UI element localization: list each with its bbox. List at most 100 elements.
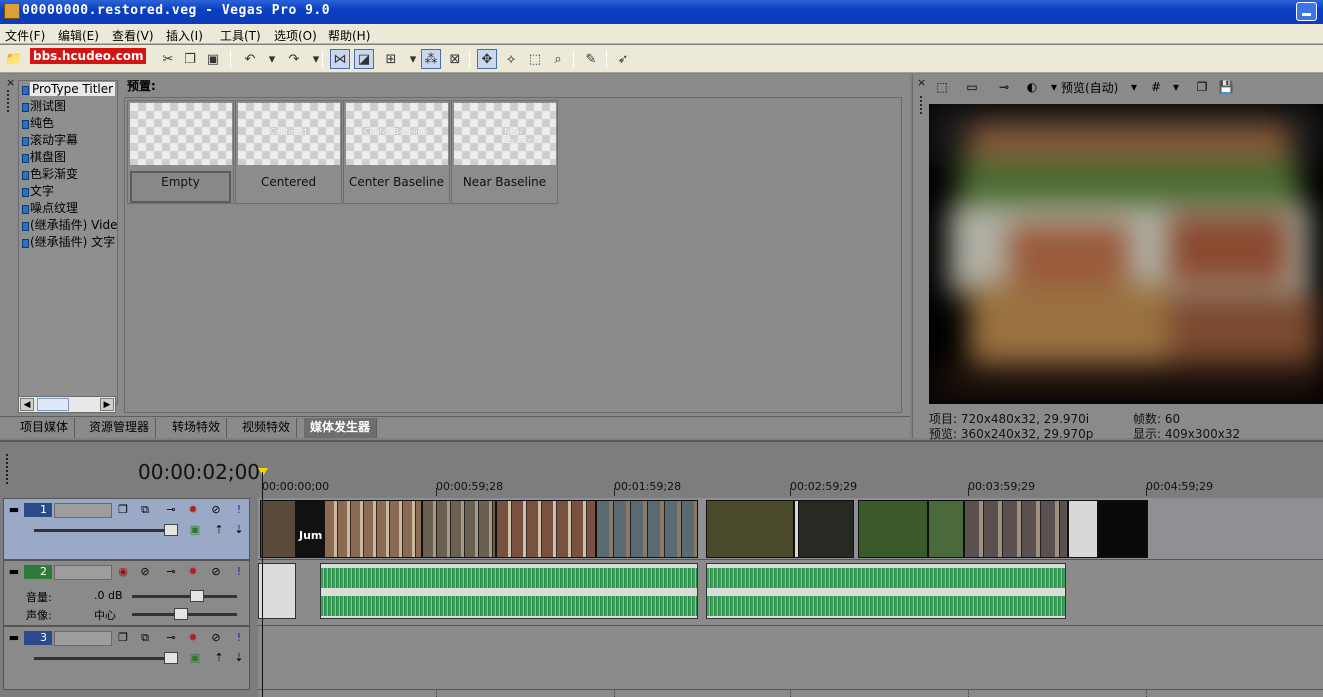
video-clip[interactable] [496, 500, 596, 558]
tree-item[interactable]: (继承插件) 文字 [19, 234, 117, 251]
tree-horizontal-scrollbar[interactable]: ◀ ▶ [18, 396, 116, 413]
quality-dropdown-icon[interactable]: ▾ [1125, 78, 1143, 96]
normal-edit-tool-icon[interactable]: ✥ [477, 49, 497, 69]
track-motion-icon[interactable]: ▣ [188, 651, 202, 665]
tree-item[interactable]: 滚动字幕 [19, 132, 117, 149]
ripple-edit-icon[interactable]: ⊞ [381, 49, 401, 69]
auto-crossfade-icon[interactable]: ◪ [354, 49, 374, 69]
ignore-grouping-icon[interactable]: ⊠ [445, 49, 465, 69]
mute-icon[interactable]: ⊘ [209, 503, 223, 517]
level-fader-knob[interactable] [164, 652, 178, 664]
audio-clip[interactable] [706, 563, 1066, 619]
save-snapshot-icon[interactable]: 💾 [1217, 78, 1235, 96]
video-clip[interactable] [260, 500, 296, 558]
copy-snapshot-icon[interactable]: ❐ [1193, 78, 1211, 96]
move-down-icon[interactable]: ⇣ [232, 523, 246, 537]
redo-dropdown-icon[interactable]: ▾ [306, 49, 326, 69]
move-up-icon[interactable]: ⇡ [212, 523, 226, 537]
tree-item[interactable]: 棋盘图 [19, 149, 117, 166]
track-name-field[interactable] [54, 565, 112, 580]
level-fader[interactable] [34, 657, 174, 660]
track-header-3[interactable]: ▬ 3 ❐ ⧉ ⊸ ✹ ⊘ ! ▣ ⇡ ⇣ [3, 626, 250, 690]
video-clip[interactable] [928, 500, 964, 558]
pan-fader-knob[interactable] [174, 608, 188, 620]
parent-compositing-icon[interactable]: ⧉ [138, 631, 152, 645]
preset-center-baseline[interactable]: Center Baseline Center Baseline [343, 100, 450, 204]
invert-phase-icon[interactable]: ⊘ [138, 565, 152, 579]
cut-icon[interactable]: ✂ [158, 49, 178, 69]
time-ruler[interactable]: 00:00:00;00 00:00:59;28 00:01:59;28 00:0… [258, 478, 1323, 496]
solo-icon[interactable]: ! [232, 503, 246, 517]
audio-track-2[interactable] [258, 560, 1323, 626]
folder-open-icon[interactable]: 📁 [4, 49, 24, 69]
whats-this-help-icon[interactable]: ➶ [613, 49, 633, 69]
menu-options[interactable]: 选项(O) [274, 27, 317, 44]
tab-project-media[interactable]: 项目媒体 [14, 418, 76, 438]
volume-fader-knob[interactable] [190, 590, 204, 602]
composite-mode-icon[interactable]: ❐ [116, 631, 130, 645]
video-track-1[interactable]: Jum [258, 498, 1323, 560]
menu-file[interactable]: 文件(F) [5, 27, 45, 44]
track-header-2[interactable]: ▬ 2 ◉ ⊘ ⊸ ✹ ⊘ ! 音量: .0 dB 声像: 中心 [3, 560, 250, 626]
scroll-left-icon[interactable]: ◀ [20, 398, 34, 411]
undo-icon[interactable]: ↶ [240, 49, 260, 69]
preset-centered[interactable]: Centered Centered [235, 100, 342, 204]
video-clip[interactable] [798, 500, 854, 558]
track-name-field[interactable] [54, 631, 112, 646]
video-clip[interactable]: Jum [296, 500, 324, 558]
preset-empty[interactable]: Empty [127, 100, 234, 204]
dock-grip[interactable] [4, 88, 14, 418]
preview-properties-icon[interactable]: ⬚ [933, 78, 951, 96]
mute-icon[interactable]: ⊘ [209, 565, 223, 579]
playhead-cursor[interactable] [262, 472, 263, 697]
undo-dropdown-icon[interactable]: ▾ [262, 49, 282, 69]
tab-explorer[interactable]: 资源管理器 [83, 418, 157, 438]
overlays-icon[interactable]: ◐ [1023, 78, 1041, 96]
motion-icon[interactable]: ⊸ [164, 503, 178, 517]
level-fader[interactable] [34, 529, 174, 532]
render-icon[interactable]: ✎ [581, 49, 601, 69]
ripple-dropdown-icon[interactable]: ▾ [403, 49, 423, 69]
tree-item[interactable]: 噪点纹理 [19, 200, 117, 217]
motion-icon[interactable]: ⊸ [164, 631, 178, 645]
minimize-button[interactable] [1296, 2, 1317, 21]
loop-region-marker[interactable] [258, 468, 268, 476]
menu-tools[interactable]: 工具(T) [220, 27, 261, 44]
vegas-app-icon[interactable] [4, 3, 20, 19]
move-down-icon[interactable]: ⇣ [232, 651, 246, 665]
minimize-track-icon[interactable]: ▬ [7, 565, 21, 579]
track-fx-icon[interactable]: ✹ [186, 503, 200, 517]
envelope-tool-icon[interactable]: ⟡ [501, 49, 521, 69]
audio-clip[interactable] [258, 563, 296, 619]
menu-help[interactable]: 帮助(H) [328, 27, 370, 44]
video-clip[interactable] [706, 500, 794, 558]
tree-item[interactable]: (继承插件) Vide [19, 217, 117, 234]
paste-icon[interactable]: ▣ [203, 49, 223, 69]
minimize-track-icon[interactable]: ▬ [7, 503, 21, 517]
arm-record-icon[interactable]: ◉ [116, 565, 130, 579]
video-clip[interactable] [324, 500, 422, 558]
composite-mode-icon[interactable]: ❐ [116, 503, 130, 517]
split-screen-icon[interactable]: ⊸ [995, 78, 1013, 96]
video-clip[interactable] [1098, 500, 1148, 558]
grid-icon[interactable]: # [1147, 78, 1165, 96]
move-up-icon[interactable]: ⇡ [212, 651, 226, 665]
scroll-thumb[interactable] [37, 398, 69, 411]
video-clip[interactable] [964, 500, 1068, 558]
menu-insert[interactable]: 插入(I) [166, 27, 203, 44]
parent-compositing-icon[interactable]: ⧉ [138, 503, 152, 517]
preview-quality-dropdown[interactable]: 预览(自动) [1061, 79, 1118, 96]
dock-grip[interactable] [917, 94, 927, 134]
video-clip[interactable] [1068, 500, 1098, 558]
snapping-icon[interactable]: ⋈ [330, 49, 350, 69]
scroll-right-icon[interactable]: ▶ [100, 398, 114, 411]
channels-icon[interactable]: ⊸ [164, 565, 178, 579]
video-track-3[interactable] [258, 626, 1323, 690]
track-area[interactable]: Jum [258, 498, 1323, 697]
redo-icon[interactable]: ↷ [284, 49, 304, 69]
tree-item[interactable]: 文字 [19, 183, 117, 200]
copy-icon[interactable]: ❐ [180, 49, 200, 69]
mute-icon[interactable]: ⊘ [209, 631, 223, 645]
grid-dropdown-icon[interactable]: ▾ [1167, 78, 1185, 96]
external-monitor-icon[interactable]: ▭ [963, 78, 981, 96]
